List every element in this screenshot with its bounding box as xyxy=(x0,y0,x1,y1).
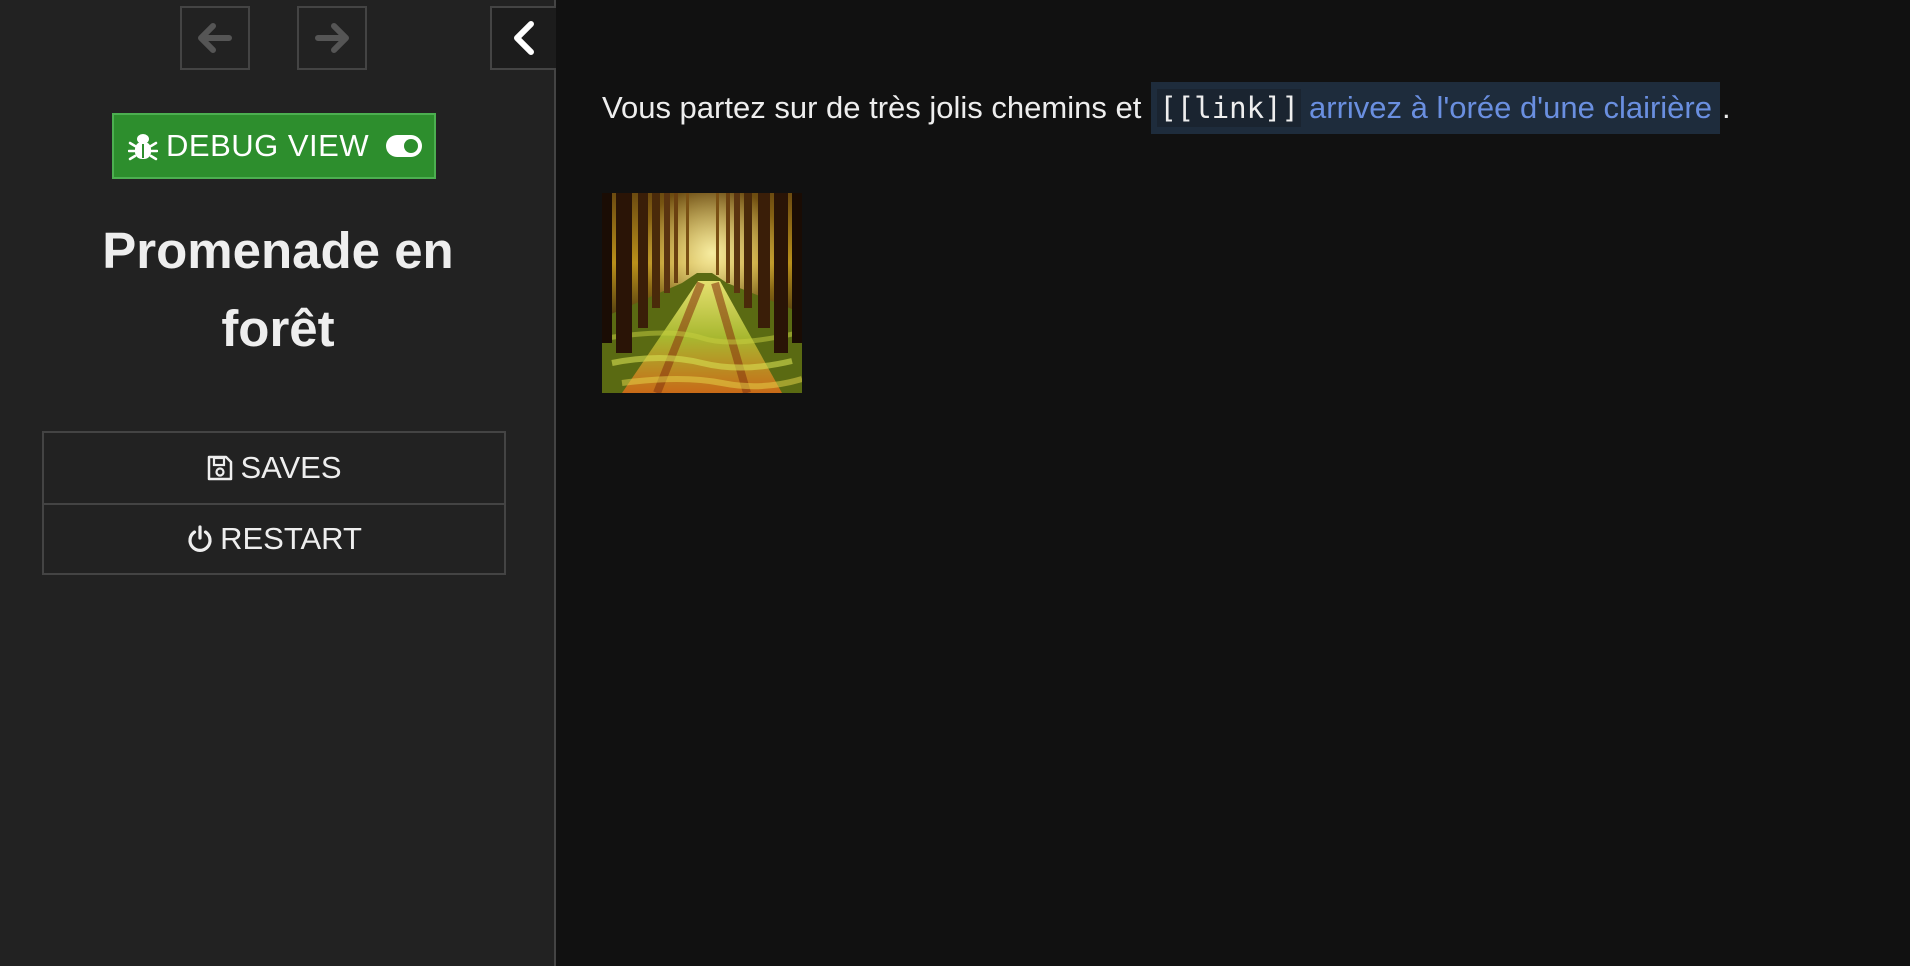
story-menu: SAVES RESTART xyxy=(42,431,506,575)
bug-icon xyxy=(128,134,158,161)
story-title: Promenade en forêt xyxy=(0,212,556,368)
debug-link-macro: [[link]] arrivez à l'orée d'une clairièr… xyxy=(1151,82,1720,134)
passage-text-after: . xyxy=(1721,90,1731,125)
toggle-on-icon xyxy=(386,135,423,157)
sidebar: DEBUG VIEW Promenade en forêt SAVES REST… xyxy=(0,0,556,966)
chevron-left-icon xyxy=(514,21,534,55)
sidebar-toggle-button[interactable] xyxy=(490,6,556,70)
restart-label: RESTART xyxy=(220,521,362,556)
saves-button[interactable]: SAVES xyxy=(44,433,504,503)
story-title-line-2: forêt xyxy=(221,300,335,357)
passage-link[interactable]: arrivez à l'orée d'une clairière xyxy=(1309,90,1712,126)
debug-view-toggle[interactable]: DEBUG VIEW xyxy=(112,113,436,179)
debug-view-label: DEBUG VIEW xyxy=(166,128,370,163)
history-back-button[interactable] xyxy=(180,6,250,70)
restart-button[interactable]: RESTART xyxy=(44,503,504,573)
arrow-right-icon xyxy=(315,23,349,53)
story-title-line-1: Promenade en xyxy=(102,222,454,279)
forest-path-image xyxy=(602,193,802,393)
floppy-disk-icon xyxy=(208,455,233,481)
passage-area: Vous partez sur de très jolis chemins et… xyxy=(558,0,1910,966)
arrow-left-icon xyxy=(198,23,232,53)
passage-text-before: Vous partez sur de très jolis chemins et xyxy=(602,90,1142,125)
power-icon xyxy=(188,525,212,552)
passage-text: Vous partez sur de très jolis chemins et… xyxy=(602,82,1731,134)
saves-label: SAVES xyxy=(240,450,342,485)
history-forward-button[interactable] xyxy=(297,6,367,70)
macro-code: [[link]] xyxy=(1157,89,1301,127)
